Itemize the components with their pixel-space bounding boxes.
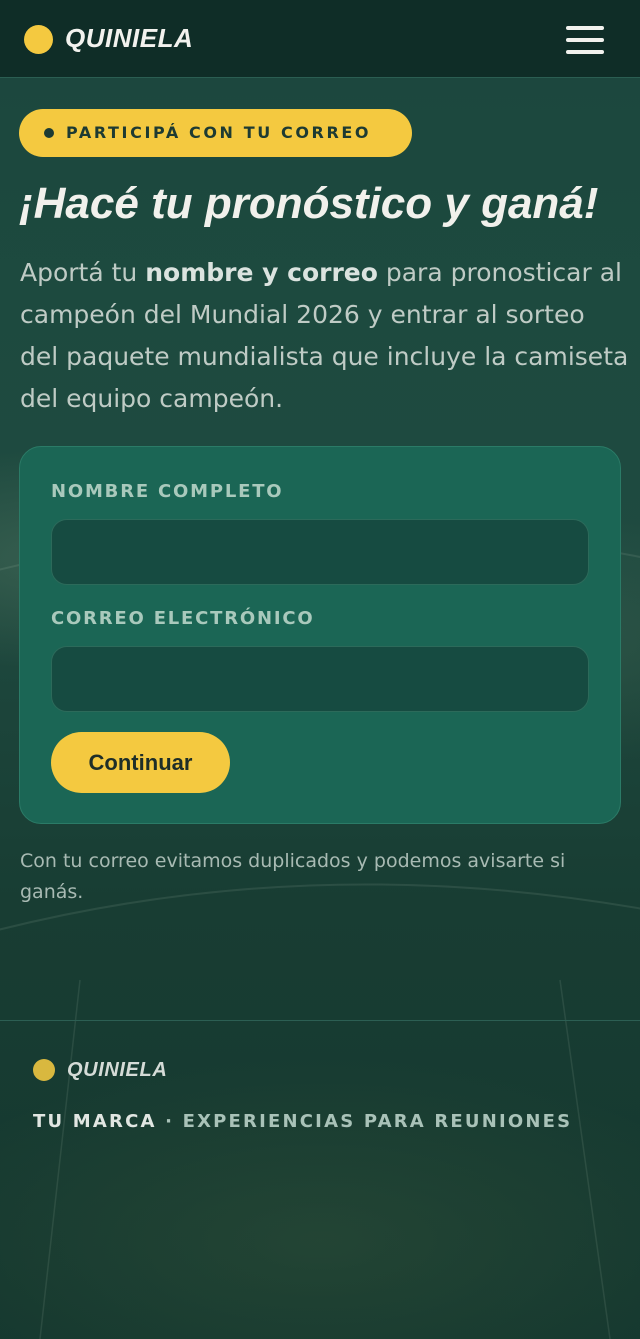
footer-tagline-brand: TU MARCA [33,1111,157,1132]
intro-text-prefix: Aportá tu [20,258,146,287]
name-field-label: NOMBRE COMPLETO [51,481,284,502]
email-field-label: CORREO ELECTRÓNICO [51,608,315,629]
intro-paragraph: Aportá tu nombre y correo para pronostic… [20,252,630,420]
brand-name[interactable]: QUINIELA [65,22,193,54]
footer-tagline-separator: · [156,1111,183,1132]
page-title: ¡Hacé tu pronóstico y ganá! [19,179,599,228]
privacy-note: Con tu correo evitamos duplicados y pode… [20,850,566,903]
email-input[interactable] [51,646,589,712]
name-input[interactable] [51,519,589,585]
footer-divider [0,1020,640,1021]
continue-button[interactable]: Continuar [51,732,230,793]
footer-logo-icon [33,1059,55,1081]
badge-dot-icon [44,128,54,138]
footer-brand[interactable]: QUINIELA [67,1057,167,1083]
participation-badge: PARTICIPÁ CON TU CORREO [19,109,412,157]
intro-text-highlight: nombre y correo [145,258,378,287]
signup-form-card: NOMBRE COMPLETO CORREO ELECTRÓNICO Conti… [19,446,621,824]
hamburger-menu-icon[interactable] [560,22,608,58]
badge-label: PARTICIPÁ CON TU CORREO [66,123,372,142]
top-nav-bar: QUINIELA [0,0,640,78]
footer-tagline: TU MARCA · EXPERIENCIAS PARA REUNIONES [33,1110,572,1134]
brand-logo-icon [24,25,53,54]
footer-tagline-text: EXPERIENCIAS PARA REUNIONES [182,1111,573,1132]
